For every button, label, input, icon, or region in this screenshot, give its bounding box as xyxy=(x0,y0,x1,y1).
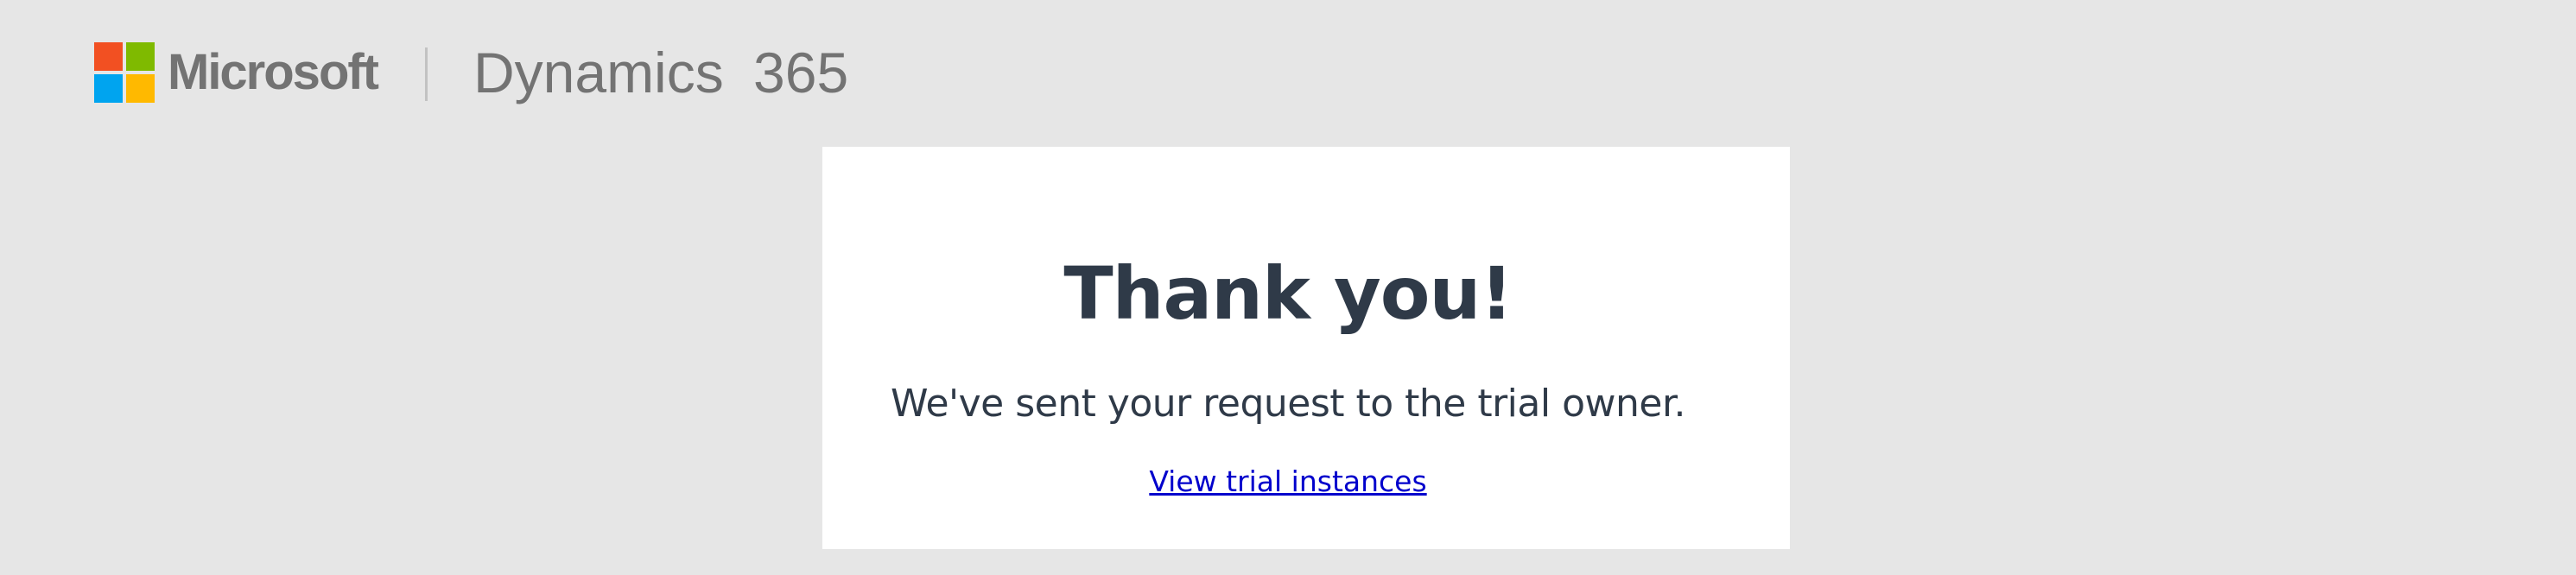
logo-square-green xyxy=(126,42,155,71)
product-name: Dynamics 365 xyxy=(473,41,849,104)
logo-square-blue xyxy=(94,74,123,103)
link-container: View trial instances xyxy=(0,460,2576,509)
page-title: Thank you! xyxy=(1063,251,1513,336)
view-trial-instances-link[interactable]: View trial instances xyxy=(1149,464,1426,498)
page-header: Microsoft Dynamics 365 xyxy=(0,0,2576,147)
microsoft-logo-icon xyxy=(94,42,155,103)
logo-square-yellow xyxy=(126,74,155,103)
header-divider xyxy=(425,47,428,101)
confirmation-message: We've sent your request to the trial own… xyxy=(891,382,1685,426)
microsoft-wordmark: Microsoft xyxy=(168,44,379,100)
logo-square-red xyxy=(94,42,123,71)
